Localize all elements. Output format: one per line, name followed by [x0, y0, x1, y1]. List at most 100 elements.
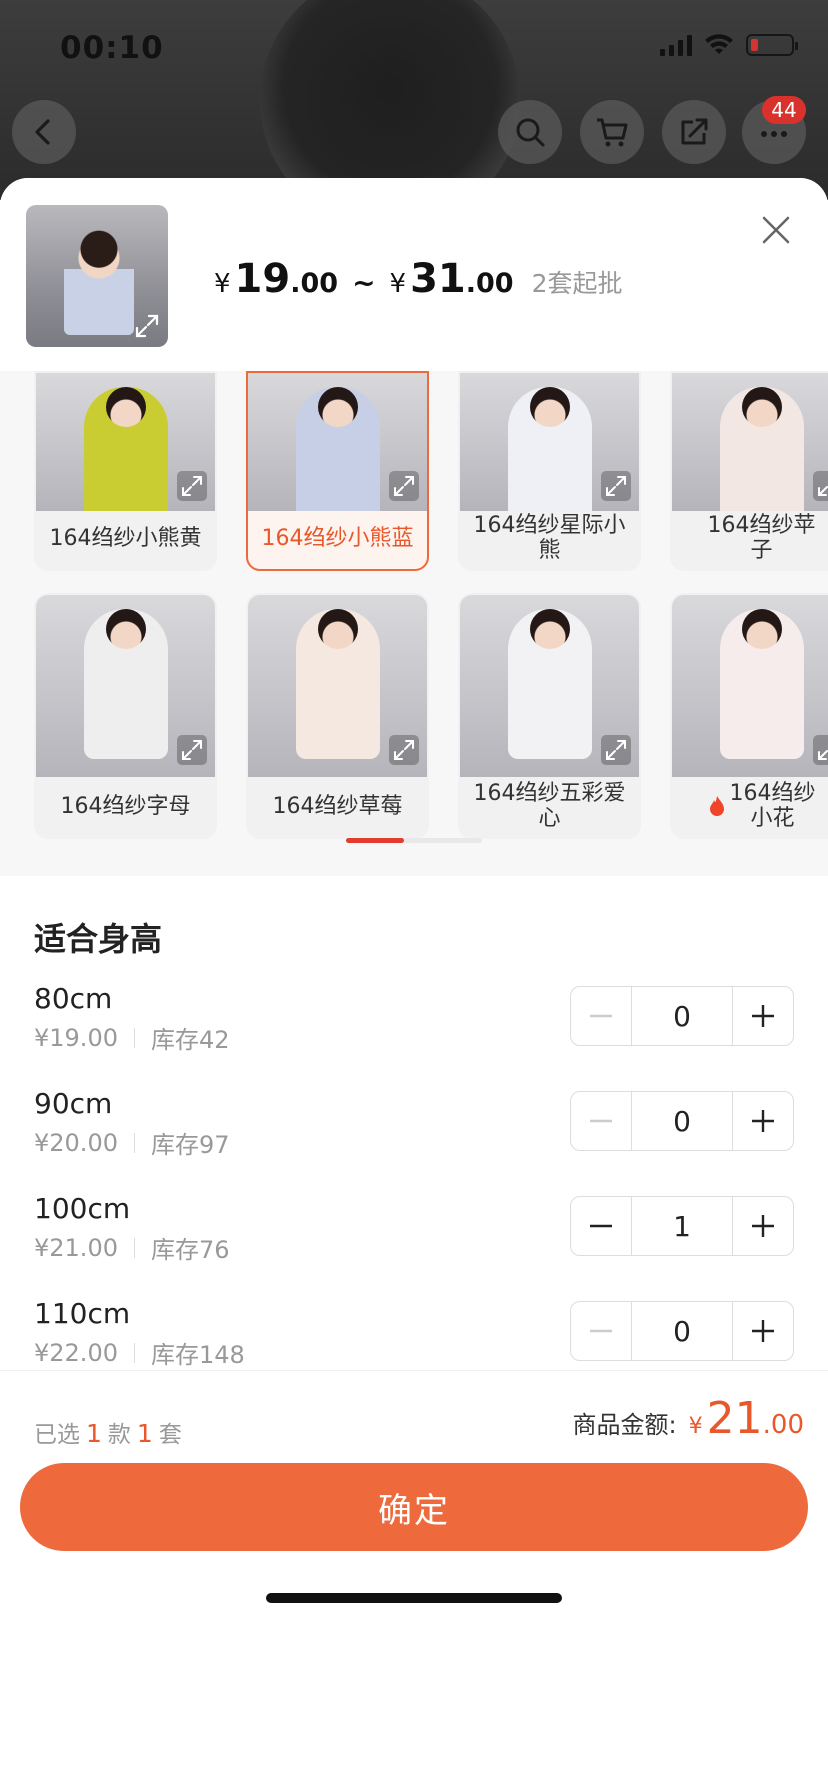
minimum-order-label: 2套起批 — [531, 269, 623, 298]
expand-icon[interactable] — [177, 735, 207, 765]
minus-icon — [590, 1119, 612, 1123]
increase-button[interactable] — [733, 1197, 793, 1255]
search-icon — [516, 118, 545, 147]
decrease-button[interactable] — [571, 987, 631, 1045]
price-range: ¥ 19 .00 ~ ¥ 31 .00 2套起批 — [214, 256, 623, 302]
variant-label: 164绉纱五彩爱心 — [473, 781, 626, 831]
plus-icon — [752, 1110, 774, 1132]
share-button[interactable] — [662, 100, 726, 164]
product-thumbnail[interactable] — [26, 205, 168, 347]
variant-label: 164绉纱草莓 — [272, 793, 403, 819]
quantity-value[interactable]: 0 — [631, 1302, 733, 1360]
expand-icon — [135, 314, 159, 338]
price-range-separator: ~ — [352, 266, 376, 299]
size-row: 100cm ¥21.00 库存76 1 — [34, 1192, 794, 1292]
size-price: ¥19.00 — [34, 1023, 118, 1052]
carousel-page-indicator — [346, 838, 482, 843]
size-row: 90cm ¥20.00 库存97 0 — [34, 1087, 794, 1187]
back-icon — [35, 119, 50, 145]
search-button[interactable] — [498, 100, 562, 164]
top-nav-bar: 44 — [0, 96, 828, 170]
quantity-stepper: 0 — [570, 1091, 794, 1151]
variant-option[interactable]: 164绉纱小熊蓝 — [246, 371, 429, 571]
price-min-integer: 19 — [234, 256, 291, 302]
minus-icon — [590, 1329, 612, 1333]
selected-styles-count: 1 — [86, 1419, 102, 1448]
size-stock: 库存148 — [150, 1341, 245, 1369]
variant-option[interactable]: 164绉纱五彩爱心 — [458, 593, 641, 839]
cart-button[interactable] — [580, 100, 644, 164]
variant-carousel[interactable]: 164绉纱小熊黄 164绉纱小熊蓝 164绉纱星际小熊 164绉纱苹 子 164绉纱字母… — [0, 371, 828, 876]
size-meta: ¥22.00 库存148 — [34, 1335, 245, 1370]
more-button[interactable]: 44 — [742, 96, 806, 164]
expand-icon[interactable] — [813, 471, 828, 501]
battery-icon — [746, 34, 798, 56]
variant-label: 164绉纱字母 — [60, 793, 191, 819]
close-icon[interactable] — [758, 212, 794, 248]
size-price: ¥21.00 — [34, 1233, 118, 1262]
amount-summary: 商品金额: ¥ 21 .00 — [573, 1393, 804, 1444]
size-meta: ¥21.00 库存76 — [34, 1230, 230, 1265]
size-name: 90cm — [34, 1087, 113, 1120]
variant-option[interactable]: 164绉纱字母 — [34, 593, 217, 839]
expand-icon[interactable] — [601, 471, 631, 501]
bottom-summary-bar: 已选 1 款 1 套 商品金额: ¥ 21 .00 确定 — [0, 1370, 828, 1614]
fire-icon — [709, 796, 724, 816]
decrease-button[interactable] — [571, 1197, 631, 1255]
status-bar: 00:10 — [0, 0, 828, 100]
size-price: ¥20.00 — [34, 1128, 118, 1157]
variant-option[interactable]: 164绉纱苹 子 — [670, 371, 828, 571]
size-row: 80cm ¥19.00 库存42 0 — [34, 982, 794, 1082]
home-indicator — [266, 1593, 562, 1603]
plus-icon — [752, 1215, 774, 1237]
quantity-value[interactable]: 0 — [631, 1092, 733, 1150]
amount-decimal: .00 — [762, 1410, 804, 1440]
variant-label: 164绉纱星际小熊 — [473, 513, 626, 563]
cart-count-badge: 44 — [762, 96, 806, 124]
expand-icon[interactable] — [177, 471, 207, 501]
expand-icon[interactable] — [813, 735, 828, 765]
increase-button[interactable] — [733, 1092, 793, 1150]
variant-option[interactable]: 164绉纱 小花 — [670, 593, 828, 839]
amount-integer: 21 — [706, 1393, 763, 1444]
size-name: 110cm — [34, 1297, 131, 1330]
quantity-value[interactable]: 0 — [631, 987, 733, 1045]
variant-grid: 164绉纱小熊黄 164绉纱小熊蓝 164绉纱星际小熊 164绉纱苹 子 164绉纱字母… — [34, 371, 828, 839]
section-title: 适合身高 — [34, 920, 163, 958]
expand-icon[interactable] — [389, 735, 419, 765]
currency-symbol: ¥ — [214, 269, 231, 299]
variant-option[interactable]: 164绉纱小熊黄 — [34, 371, 217, 571]
selected-sets-count: 1 — [136, 1419, 153, 1448]
status-icons — [660, 34, 798, 56]
expand-icon[interactable] — [389, 471, 419, 501]
price-min-decimal: .00 — [290, 268, 339, 299]
amount-label: 商品金额: — [572, 1411, 677, 1439]
cart-icon — [597, 118, 628, 147]
confirm-button[interactable]: 确定 — [20, 1463, 808, 1551]
back-button[interactable] — [12, 100, 76, 164]
increase-button[interactable] — [733, 1302, 793, 1360]
size-stock: 库存97 — [150, 1131, 230, 1159]
quantity-stepper: 1 — [570, 1196, 794, 1256]
expand-icon[interactable] — [601, 735, 631, 765]
plus-icon — [752, 1005, 774, 1027]
sheet-header: ¥ 19 .00 ~ ¥ 31 .00 2套起批 — [0, 178, 828, 371]
quantity-value[interactable]: 1 — [631, 1197, 733, 1255]
increase-button[interactable] — [733, 987, 793, 1045]
variant-option[interactable]: 164绉纱草莓 — [246, 593, 429, 839]
variant-label: 164绉纱小熊蓝 — [261, 525, 414, 551]
variant-option[interactable]: 164绉纱星际小熊 — [458, 371, 641, 571]
status-time: 00:10 — [60, 30, 164, 66]
amount-currency: ¥ — [688, 1414, 703, 1439]
quantity-stepper: 0 — [570, 986, 794, 1046]
signal-icon — [660, 34, 692, 56]
minus-icon — [590, 1014, 612, 1018]
quantity-stepper: 0 — [570, 1301, 794, 1361]
size-meta: ¥19.00 库存42 — [34, 1020, 230, 1055]
decrease-button[interactable] — [571, 1302, 631, 1360]
selected-summary: 已选 1 款 1 套 — [34, 1419, 182, 1448]
decrease-button[interactable] — [571, 1092, 631, 1150]
plus-icon — [752, 1320, 774, 1342]
size-name: 80cm — [34, 982, 113, 1015]
wifi-icon — [705, 34, 733, 54]
